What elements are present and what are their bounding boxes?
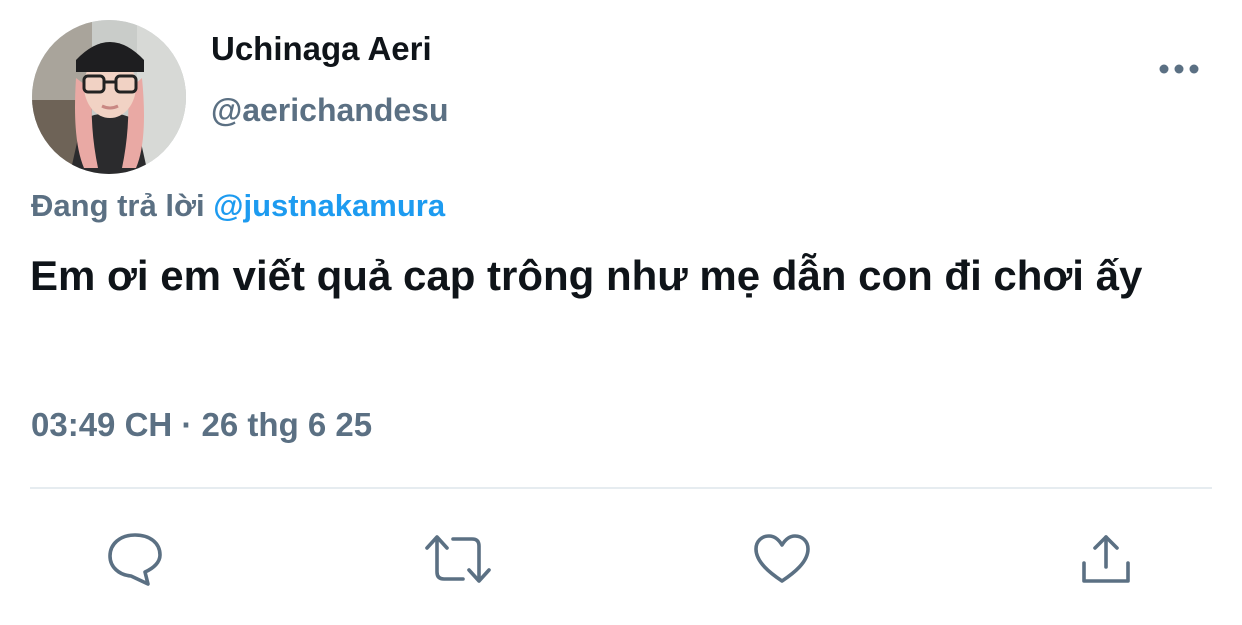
tweet-text: Em ơi em viết quả cap trông như mẹ dẫn c… bbox=[30, 252, 1143, 299]
retweet-icon bbox=[425, 535, 491, 583]
reply-button[interactable] bbox=[100, 524, 170, 594]
avatar-photo bbox=[32, 20, 186, 174]
reply-bubble-icon bbox=[108, 533, 162, 586]
share-upload-icon bbox=[1082, 535, 1130, 583]
display-name[interactable]: Uchinaga Aeri bbox=[211, 30, 432, 68]
user-handle[interactable]: @aerichandesu bbox=[211, 92, 449, 129]
replying-to: Đang trả lời @justnakamura bbox=[31, 188, 445, 224]
tweet-timestamp[interactable]: 03:49 CH · 26 thg 6 25 bbox=[31, 406, 372, 444]
reply-mention-link[interactable]: @justnakamura bbox=[213, 188, 445, 223]
retweet-button[interactable] bbox=[423, 524, 493, 594]
share-button[interactable] bbox=[1071, 524, 1141, 594]
like-button[interactable] bbox=[747, 524, 817, 594]
heart-icon bbox=[754, 534, 810, 583]
more-options-button[interactable] bbox=[1150, 52, 1208, 86]
divider bbox=[30, 487, 1212, 489]
avatar[interactable] bbox=[32, 20, 186, 174]
reply-prefix: Đang trả lời bbox=[31, 188, 205, 223]
more-horizontal-icon bbox=[1159, 64, 1199, 74]
